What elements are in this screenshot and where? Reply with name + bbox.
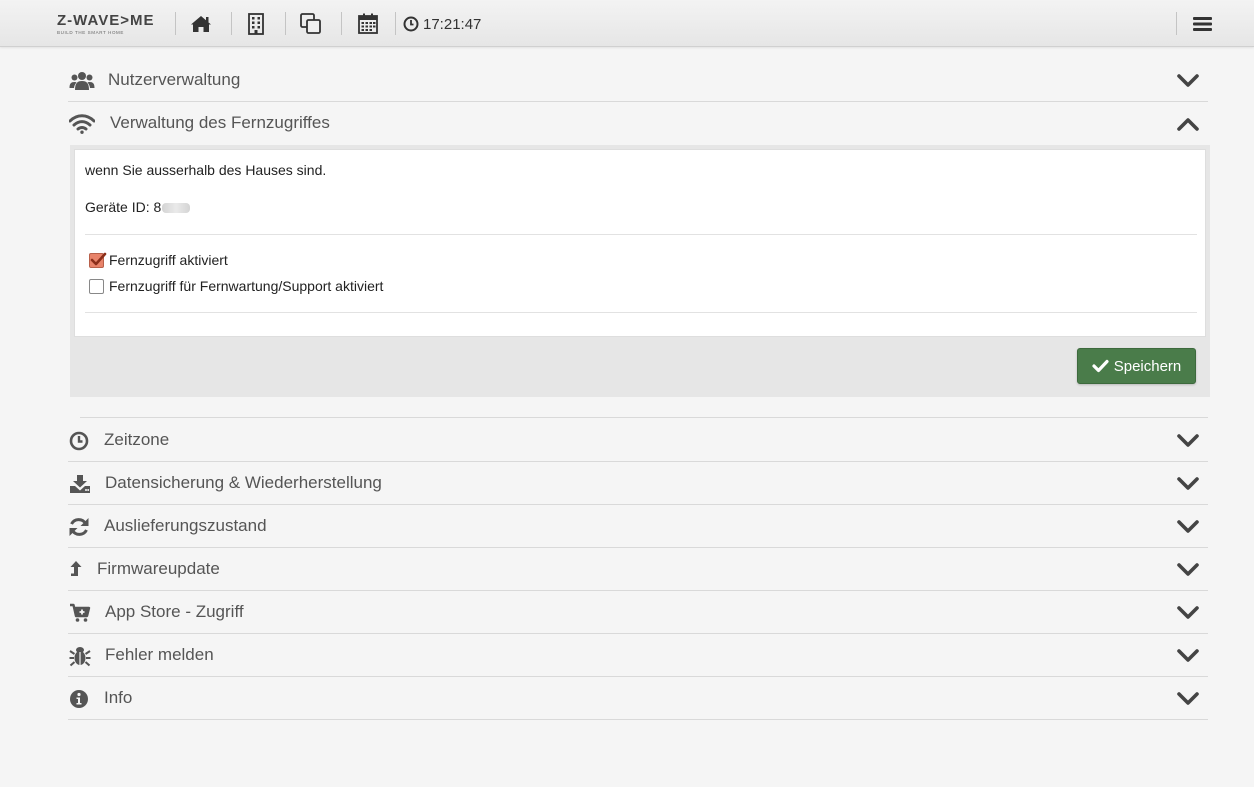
section-report-bug[interactable]: Fehler melden [68, 634, 1208, 677]
wifi-icon [69, 112, 95, 136]
save-button-label: Speichern [1113, 357, 1182, 375]
save-button[interactable]: Speichern [1077, 348, 1196, 384]
nav-divider [1176, 12, 1177, 35]
nav-divider [341, 12, 342, 35]
clock-icon [66, 429, 92, 453]
chevron-down-icon [1176, 475, 1200, 493]
nav-divider [285, 12, 286, 35]
section-firmware-update[interactable]: Firmwareupdate [68, 548, 1208, 591]
remote-access-description: wenn Sie ausserhalb des Hauses sind. [85, 162, 327, 178]
divider [85, 312, 1197, 313]
chevron-down-icon [1176, 604, 1200, 622]
cart-plus-icon [67, 601, 93, 625]
device-id-label: Geräte ID: 8 [85, 199, 162, 215]
chevron-up-icon [1176, 115, 1200, 133]
chevron-down-icon [1176, 432, 1200, 450]
divider [80, 417, 1208, 418]
users-icon [69, 69, 95, 93]
zwave-me-logo[interactable]: Z-WAVE>ME BUILD THE SMART HOME [57, 12, 157, 36]
remote-access-panel-body: wenn Sie ausserhalb des Hauses sind. Ger… [74, 149, 1206, 337]
section-backup[interactable]: Datensicherung & Wiederherstellung [68, 462, 1208, 505]
home-icon [191, 15, 211, 32]
section-remote-access[interactable]: Verwaltung des Fernzugriffes [68, 102, 1208, 145]
divider [85, 234, 1197, 235]
bug-icon [67, 644, 93, 668]
chevron-down-icon [1176, 647, 1200, 665]
building-icon [248, 12, 264, 35]
section-label: Auslieferungszustand [104, 516, 267, 535]
section-label: Zeitzone [104, 430, 170, 449]
checkbox-remote-access[interactable]: Fernzugriff aktiviert [89, 252, 228, 268]
events-button[interactable] [353, 10, 383, 37]
refresh-icon [66, 515, 92, 539]
section-user-management[interactable]: Nutzerverwaltung [68, 59, 1208, 102]
chevron-down-icon [1176, 518, 1200, 536]
check-icon [1092, 359, 1109, 373]
section-info[interactable]: Info [68, 677, 1208, 720]
checkbox-checked[interactable] [89, 252, 107, 268]
upload-arrow-icon [63, 558, 89, 582]
chevron-down-icon [1176, 72, 1200, 90]
top-navbar: Z-WAVE>ME BUILD THE SMART HOME 17:21:47 [0, 0, 1254, 47]
checkbox-label: Fernzugriff aktiviert [109, 252, 228, 268]
section-label: Datensicherung & Wiederherstellung [105, 473, 382, 492]
nav-divider [175, 12, 176, 35]
info-icon [66, 687, 92, 711]
device-id: Geräte ID: 8 [85, 199, 191, 215]
calendar-icon [358, 13, 378, 34]
main-menu-button[interactable] [1188, 12, 1216, 36]
logo-tagline: BUILD THE SMART HOME [57, 30, 125, 35]
copy-icon [300, 12, 321, 34]
checkbox-unchecked[interactable] [89, 278, 104, 294]
logo-text: Z-WAVE>ME [57, 12, 155, 29]
section-factory-reset[interactable]: Auslieferungszustand [68, 505, 1208, 548]
hamburger-menu-icon [1192, 17, 1212, 31]
clock-time: 17:21:47 [423, 15, 482, 33]
chevron-down-icon [1176, 561, 1200, 579]
clock-icon [403, 16, 419, 32]
nav-divider [395, 12, 396, 35]
section-label: Fehler melden [105, 645, 214, 664]
clock: 17:21:47 [403, 14, 481, 34]
nav-divider [231, 12, 232, 35]
checkbox-remote-support[interactable]: Fernzugriff für Fernwartung/Support akti… [89, 278, 383, 294]
remote-access-panel: wenn Sie ausserhalb des Hauses sind. Ger… [70, 145, 1210, 397]
section-label: App Store - Zugriff [105, 602, 244, 621]
section-label: Info [104, 688, 133, 707]
chevron-down-icon [1176, 690, 1200, 708]
section-label: Firmwareupdate [97, 559, 220, 578]
section-app-store[interactable]: App Store - Zugriff [68, 591, 1208, 634]
download-icon [67, 472, 93, 496]
home-button[interactable] [186, 10, 216, 37]
rooms-button[interactable] [241, 10, 271, 37]
section-label: Verwaltung des Fernzugriffes [110, 113, 330, 132]
device-id-redacted [162, 203, 191, 214]
section-label: Nutzerverwaltung [108, 70, 241, 89]
section-timezone[interactable]: Zeitzone [68, 419, 1208, 462]
checkmark-icon [90, 252, 107, 265]
checkbox-label: Fernzugriff für Fernwartung/Support akti… [109, 278, 384, 294]
elements-button[interactable] [296, 10, 326, 37]
